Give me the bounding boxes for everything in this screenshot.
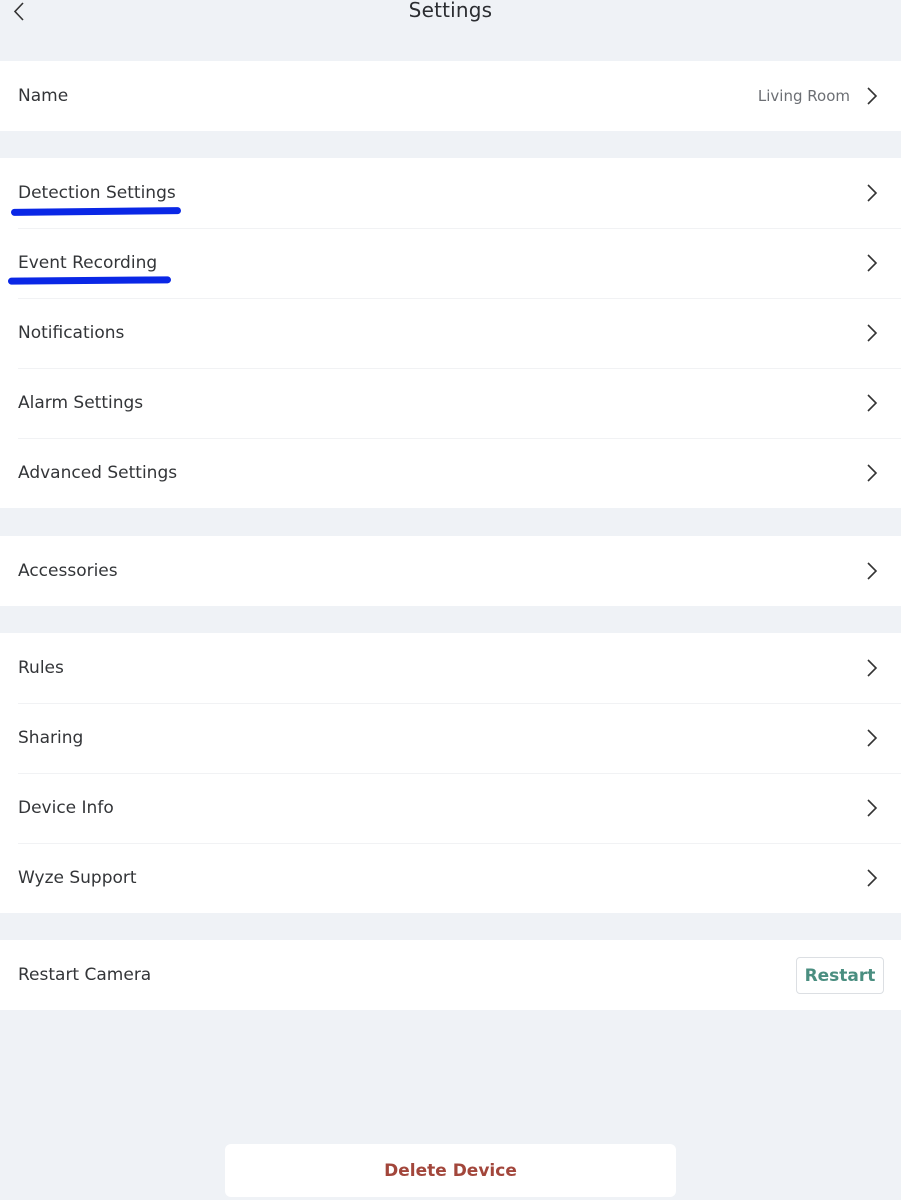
row-event-recording[interactable]: Event Recording xyxy=(0,228,901,298)
restart-group: Restart Camera Restart xyxy=(0,940,901,1010)
row-label: Event Recording xyxy=(18,253,158,273)
row-label: Sharing xyxy=(18,728,84,748)
row-label: Device Info xyxy=(18,798,114,818)
camera-settings-group: Detection Settings Event Recording Notif… xyxy=(0,158,901,508)
row-label: Alarm Settings xyxy=(18,393,144,413)
row-accessories[interactable]: Accessories xyxy=(0,536,901,606)
row-label: Detection Settings xyxy=(18,183,176,203)
accessories-group: Accessories xyxy=(0,536,901,606)
row-device-info[interactable]: Device Info xyxy=(0,773,901,843)
row-label: Advanced Settings xyxy=(18,463,178,483)
page-title: Settings xyxy=(408,0,493,22)
chevron-right-icon xyxy=(867,464,878,482)
row-label: Notifications xyxy=(18,323,125,343)
chevron-right-icon xyxy=(867,562,878,580)
annotation-underline xyxy=(10,207,182,216)
chevron-right-icon xyxy=(867,324,878,342)
chevron-right-icon xyxy=(867,869,878,887)
row-label: Accessories xyxy=(18,561,118,581)
row-detection-settings[interactable]: Detection Settings xyxy=(0,158,901,228)
chevron-right-icon xyxy=(867,394,878,412)
row-name[interactable]: Name Living Room xyxy=(0,61,901,131)
chevron-right-icon xyxy=(867,799,878,817)
row-label: Restart Camera xyxy=(18,965,152,985)
restart-button[interactable]: Restart xyxy=(796,957,884,994)
annotation-underline xyxy=(7,276,172,285)
chevron-right-icon xyxy=(867,87,878,105)
row-label: Rules xyxy=(18,658,64,678)
row-label: Wyze Support xyxy=(18,868,137,888)
row-advanced-settings[interactable]: Advanced Settings xyxy=(0,438,901,508)
row-restart-camera: Restart Camera Restart xyxy=(0,940,901,1010)
row-value: Living Room xyxy=(757,87,850,105)
row-notifications[interactable]: Notifications xyxy=(0,298,901,368)
row-rules[interactable]: Rules xyxy=(0,633,901,703)
chevron-right-icon xyxy=(867,729,878,747)
header: Settings xyxy=(0,0,901,60)
chevron-right-icon xyxy=(867,184,878,202)
device-group: Rules Sharing Device Info Wyze Support xyxy=(0,633,901,913)
delete-device-button[interactable]: Delete Device xyxy=(225,1144,676,1197)
chevron-right-icon xyxy=(867,254,878,272)
chevron-right-icon xyxy=(867,659,878,677)
row-label: Name xyxy=(18,86,69,106)
row-sharing[interactable]: Sharing xyxy=(0,703,901,773)
row-alarm-settings[interactable]: Alarm Settings xyxy=(0,368,901,438)
name-group: Name Living Room xyxy=(0,61,901,131)
row-wyze-support[interactable]: Wyze Support xyxy=(0,843,901,913)
